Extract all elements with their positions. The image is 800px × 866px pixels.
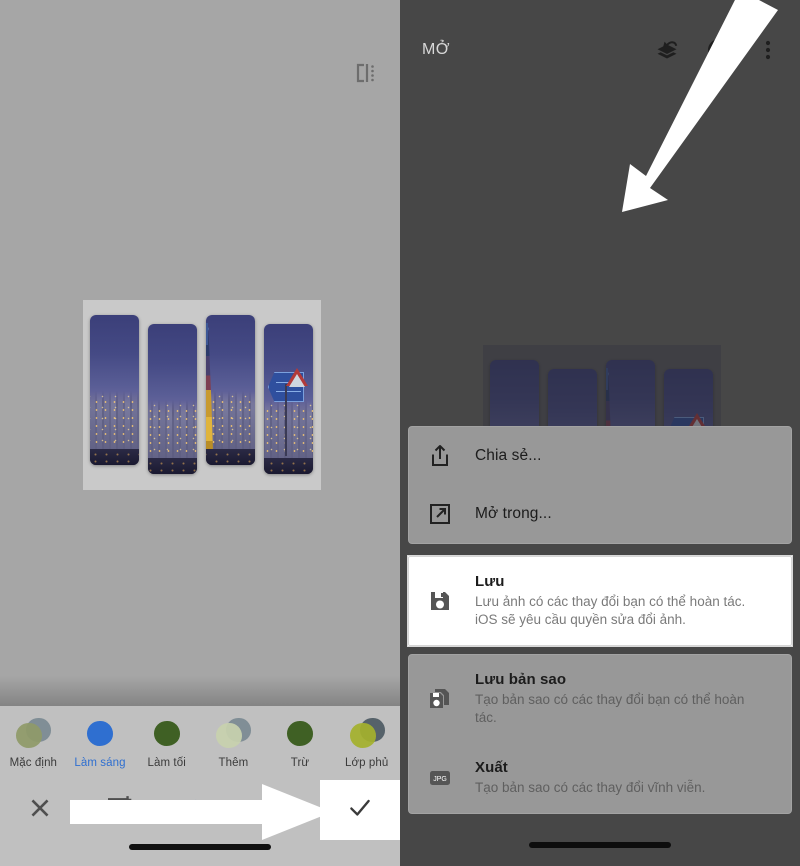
blend-mode-label: Thêm (218, 757, 249, 769)
blend-swatch (280, 717, 320, 751)
save-copy-icon (427, 686, 453, 712)
close-icon (26, 794, 54, 827)
blend-mode-label: Mặc định (9, 757, 58, 769)
menu-item-title: Lưu bản sao (475, 671, 567, 689)
menu-item-description: Tạo bản sao có các thay đổi vĩnh viễn. (475, 780, 706, 796)
photo-strip (148, 324, 197, 474)
curve-button[interactable] (240, 780, 320, 840)
blend-mode-label: Làm tối (147, 757, 186, 769)
left-image-canvas[interactable] (83, 300, 321, 490)
blend-swatch (347, 717, 387, 751)
blend-modes-icon (185, 793, 215, 828)
checkmark-icon (346, 794, 374, 827)
blend-mode-label: Trừ (290, 757, 310, 769)
add-image-icon (106, 794, 134, 827)
confirm-button[interactable] (320, 780, 400, 840)
right-top-bar: MỞ (400, 0, 800, 100)
home-indicator (129, 844, 271, 850)
split-photo (90, 315, 314, 475)
left-bottom-toolbar (0, 780, 400, 866)
svg-text:JPG: JPG (433, 776, 447, 783)
left-top-bar (0, 0, 400, 110)
blend-mode-list: Mặc định Làm sáng Làm tối Thêm Trừ Lớp phủ (0, 706, 400, 780)
blend-mode-1[interactable]: Mặc định (0, 717, 67, 769)
blend-modes-button[interactable] (160, 780, 240, 840)
menu-item-text: Mở trong... (475, 505, 552, 523)
blend-mode-2[interactable]: Làm sáng (67, 717, 134, 769)
blend-mode-4[interactable]: Thêm (200, 717, 267, 769)
jpg-export-icon: JPG (427, 765, 453, 791)
menu-item-jpg-export[interactable]: JPG Xuất Tạo bản sao có các thay đổi vĩnh … (409, 743, 791, 813)
toolbar-shadow (0, 676, 400, 706)
menu-item-open-in[interactable]: Mở trong... (409, 485, 791, 543)
blend-swatch (213, 717, 253, 751)
blend-swatch (147, 717, 187, 751)
blend-swatch (13, 717, 53, 751)
info-icon[interactable] (706, 37, 732, 63)
menu-item-description: Tạo bản sao có các thay đổi bạn có thể h… (475, 692, 745, 726)
save-icon (427, 588, 453, 614)
photo-strip (206, 315, 255, 465)
cancel-button[interactable] (0, 780, 80, 840)
left-screen: Mặc định Làm sáng Làm tối Thêm Trừ Lớp phủ (0, 0, 400, 866)
menu-item-title: Xuất (475, 759, 508, 777)
add-image-button[interactable] (80, 780, 160, 840)
blend-swatch (80, 717, 120, 751)
blend-mode-5[interactable]: Trừ (267, 717, 334, 769)
menu-item-title: Lưu (475, 573, 505, 591)
blend-mode-6[interactable]: Lớp phủ (333, 717, 400, 769)
menu-item-description: Lưu ảnh có các thay đổi bạn có thể hoàn … (475, 594, 746, 628)
photo-strip (264, 324, 313, 474)
revert-layers-icon[interactable] (654, 37, 680, 63)
menu-group: Lưu bản sao Tạo bản sao có các thay đổi b… (408, 654, 792, 814)
blend-mode-label: Lớp phủ (344, 757, 389, 769)
menu-group: Lưu Lưu ảnh có các thay đổi bạn có thể ho… (408, 556, 792, 647)
compare-split-icon[interactable] (353, 60, 379, 86)
menu-item-text: Chia sẻ... (475, 447, 541, 465)
menu-item-text: Lưu bản sao Tạo bản sao có các thay đổi b… (475, 671, 757, 727)
menu-item-save[interactable]: Lưu Lưu ảnh có các thay đổi bạn có thể ho… (408, 556, 792, 647)
open-in-icon (427, 501, 453, 527)
menu-item-title: Mở trong... (475, 505, 552, 523)
export-action-sheet: Chia sẻ... Mở trong... Lưu Lưu ảnh có các t… (408, 426, 792, 814)
home-indicator (529, 842, 671, 848)
tutorial-screenshot: Mặc định Làm sáng Làm tối Thêm Trừ Lớp phủ MỞ (0, 0, 800, 866)
blend-mode-label: Làm sáng (74, 757, 126, 769)
menu-item-text: Lưu Lưu ảnh có các thay đổi bạn có thể ho… (475, 573, 757, 629)
menu-item-share[interactable]: Chia sẻ... (409, 427, 791, 485)
menu-item-text: Xuất Tạo bản sao có các thay đổi vĩnh viễ… (475, 759, 705, 797)
page-title: MỞ (422, 41, 450, 58)
overflow-menu-icon[interactable] (758, 37, 778, 63)
menu-group: Chia sẻ... Mở trong... (408, 426, 792, 545)
curve-icon (265, 793, 295, 828)
photo-strip (90, 315, 139, 465)
blend-mode-3[interactable]: Làm tối (133, 717, 200, 769)
menu-item-title: Chia sẻ... (475, 447, 542, 465)
right-screen: MỞ Chia sẻ... Mở trong... Lưu Lưu ảnh có… (400, 0, 800, 866)
share-icon (427, 443, 453, 469)
menu-item-save-copy[interactable]: Lưu bản sao Tạo bản sao có các thay đổi b… (409, 655, 791, 743)
